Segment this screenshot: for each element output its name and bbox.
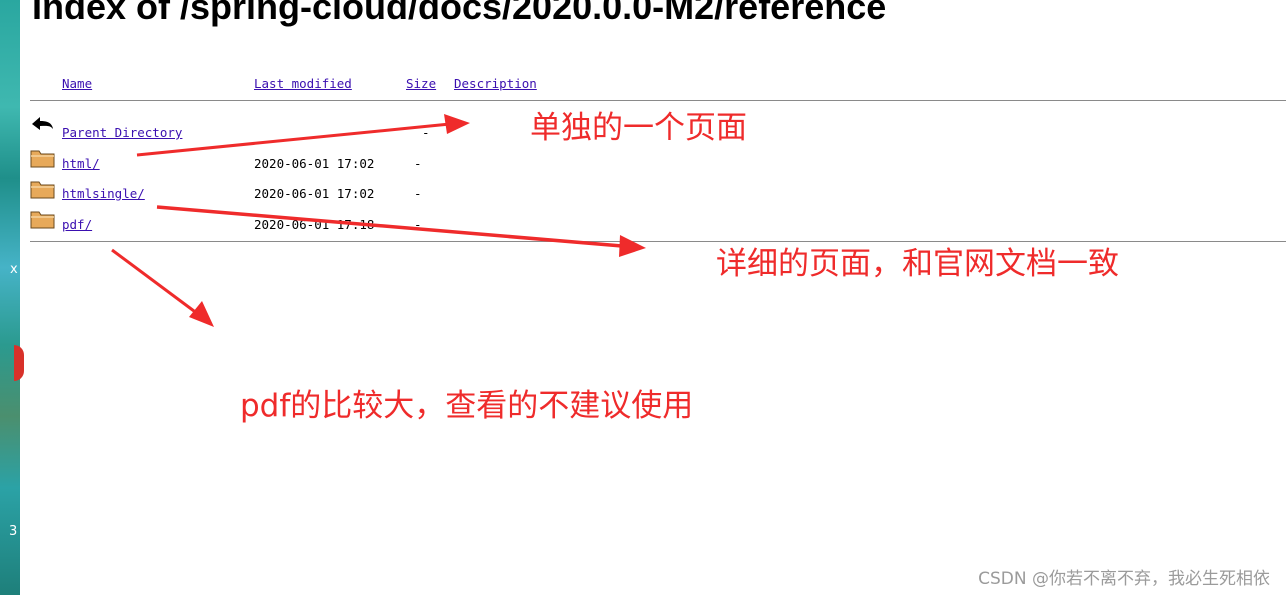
desktop-mark: x (10, 262, 18, 277)
htmlsingle-folder-link[interactable]: htmlsingle/ (62, 186, 145, 201)
arrowhead (619, 235, 646, 257)
annotation-arrows (111, 114, 646, 327)
row-size: - (414, 156, 422, 171)
desktop-background-strip: x 3 (0, 0, 24, 595)
column-header-last-modified[interactable]: Last modified (254, 76, 352, 91)
page-title: Index of /spring-cloud/docs/2020.0.0-M2/… (32, 0, 887, 27)
header-divider (30, 100, 1286, 101)
row-size: - (414, 217, 422, 232)
arrow-to-pdf-note (111, 248, 199, 316)
arrow-to-single-page (136, 122, 451, 157)
parent-directory-link[interactable]: Parent Directory (62, 125, 182, 140)
csdn-watermark: CSDN @你若不离不弃，我必生死相依 (978, 569, 1270, 589)
row-last-modified: 2020-06-01 17:02 (254, 156, 375, 171)
row-last-modified: 2020-06-01 17:18 (254, 217, 375, 232)
back-arrow-icon (30, 113, 55, 135)
folder-icon (30, 146, 55, 168)
desktop-red-shape (14, 345, 24, 381)
row-size: - (414, 186, 422, 201)
annotation-pdf-note: pdf的比较大，查看的不建议使用 (240, 388, 694, 424)
annotation-detailed-page: 详细的页面，和官网文档一致 (716, 246, 1119, 282)
arrowhead (189, 301, 214, 327)
column-header-name[interactable]: Name (62, 76, 92, 91)
folder-icon (30, 207, 55, 229)
annotation-single-page: 单独的一个页面 (530, 110, 747, 146)
folder-icon (30, 177, 55, 199)
column-header-size[interactable]: Size (406, 76, 436, 91)
arrowhead (444, 114, 470, 134)
row-last-modified: 2020-06-01 17:02 (254, 186, 375, 201)
column-header-description[interactable]: Description (454, 76, 537, 91)
row-size: - (422, 125, 430, 140)
desktop-mark: 3 (9, 524, 18, 539)
html-folder-link[interactable]: html/ (62, 156, 100, 171)
pdf-folder-link[interactable]: pdf/ (62, 217, 92, 232)
